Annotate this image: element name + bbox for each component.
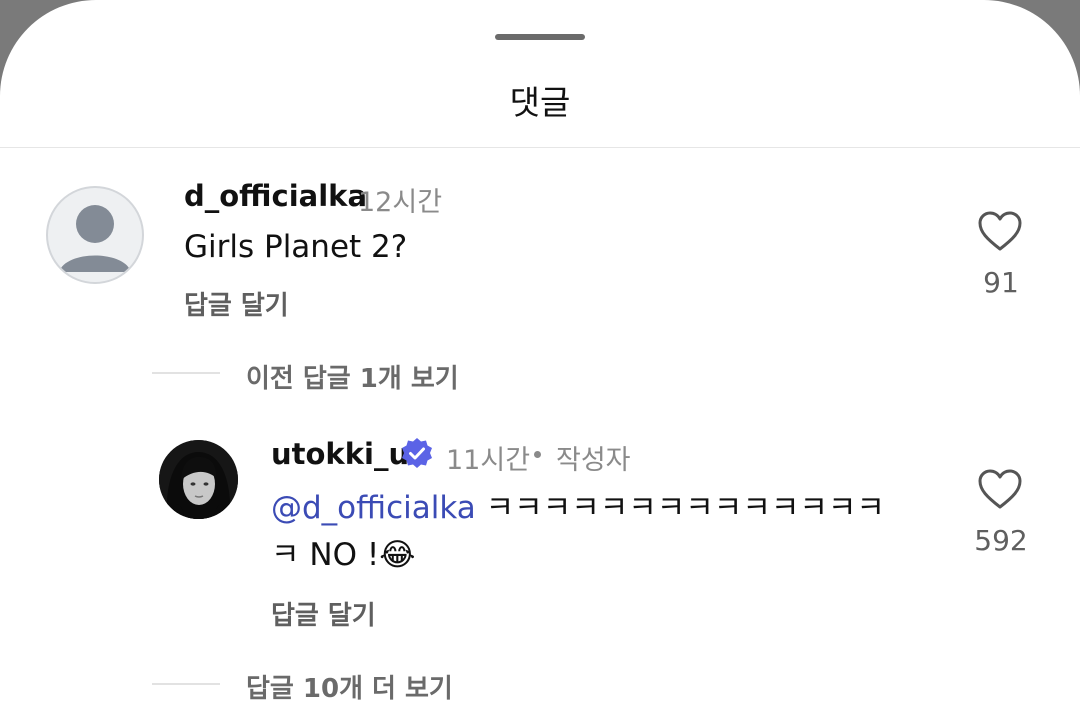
reply-button[interactable]: 답글 달기	[271, 595, 376, 632]
heart-icon[interactable]	[977, 468, 1023, 510]
heart-icon[interactable]	[977, 210, 1023, 252]
reply-username[interactable]: utokki_u	[271, 437, 409, 471]
reply-text-line-2: ㅋ NO !😂	[271, 531, 415, 579]
verified-badge-icon	[400, 437, 434, 471]
separator-dot	[534, 451, 541, 458]
avatar[interactable]	[159, 440, 238, 519]
default-user-icon[interactable]	[46, 186, 144, 284]
laughing-emoji: 😂	[379, 537, 416, 573]
thread-line	[152, 372, 220, 374]
reply-timestamp: 11시간	[446, 445, 531, 476]
author-tag: 작성자	[556, 445, 631, 476]
like-count: 592	[974, 524, 1028, 557]
sheet-title: 댓글	[509, 83, 571, 122]
view-more-replies-button[interactable]: 답글 10개 더 보기	[246, 668, 453, 705]
comment-timestamp: 12시간	[358, 187, 443, 218]
comment-text: Girls Planet 2?	[184, 229, 408, 265]
thread-line	[152, 683, 220, 685]
mention-link[interactable]: @d_officialka	[271, 490, 476, 526]
comment-username[interactable]: d_officialka	[184, 179, 367, 213]
reply-button[interactable]: 답글 달기	[184, 285, 289, 322]
header-divider	[0, 147, 1080, 148]
view-previous-replies-button[interactable]: 이전 답글 1개 보기	[246, 358, 459, 395]
reply-text-continued: ㅋ NO !	[271, 537, 380, 573]
comments-sheet: 댓글 d_officialka 12시간 Girls Planet 2? 답글 …	[0, 0, 1080, 720]
like-count: 91	[983, 266, 1019, 299]
reply-text-line-1: @d_officialka ㅋㅋㅋㅋㅋㅋㅋㅋㅋㅋㅋㅋㅋㅋ	[271, 484, 931, 532]
drag-handle[interactable]	[495, 34, 585, 40]
reply-text: ㅋㅋㅋㅋㅋㅋㅋㅋㅋㅋㅋㅋㅋㅋ	[475, 490, 885, 526]
